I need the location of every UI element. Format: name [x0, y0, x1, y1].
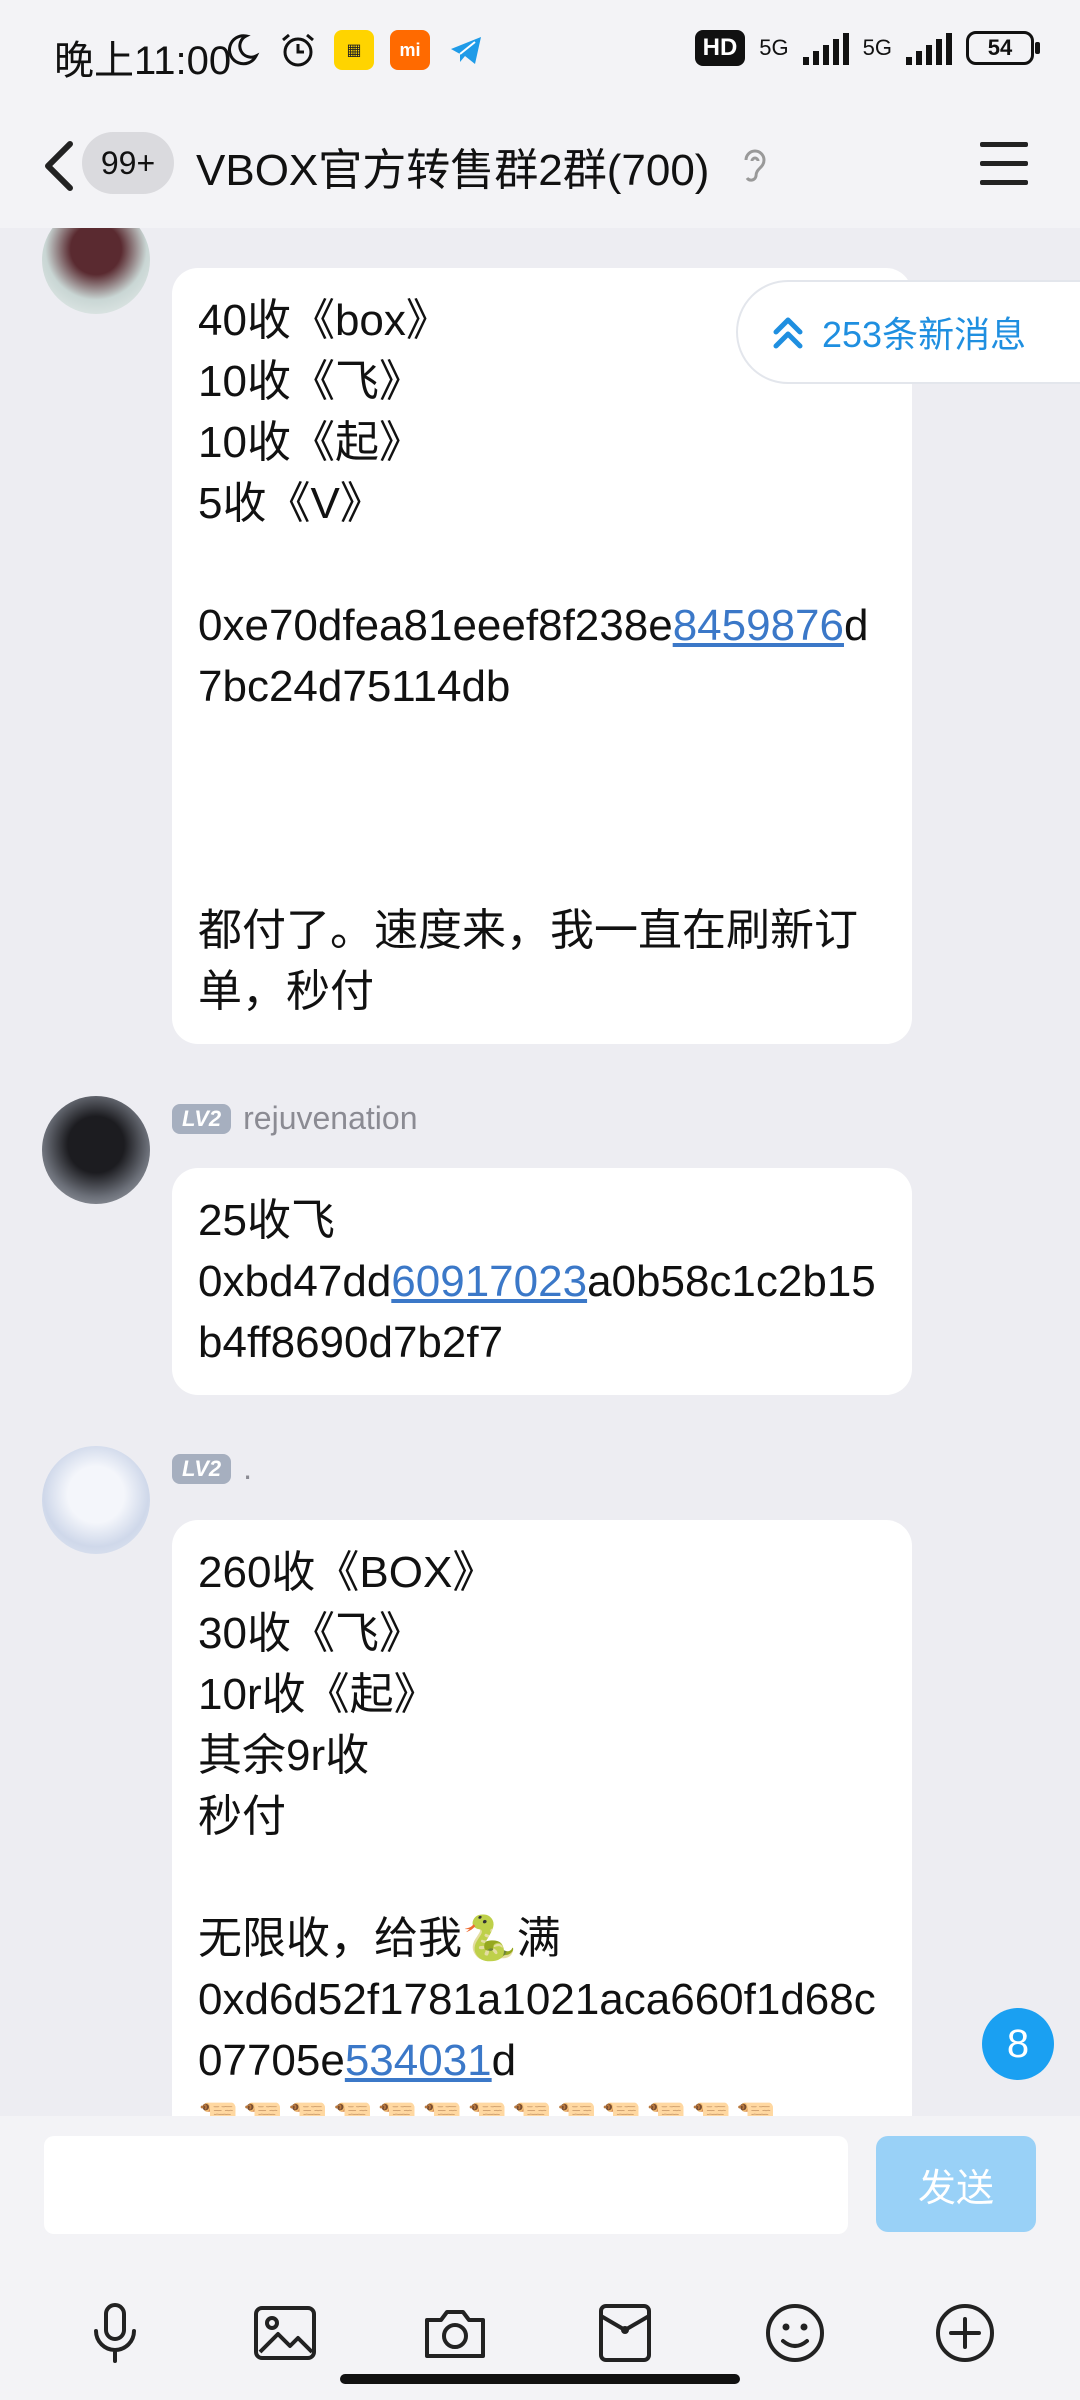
status-bar: 晚上11:00 ▦ mi HD 5G 5G 54	[0, 0, 1080, 110]
message-bubble[interactable]: 25收飞 0xbd47dd60917023a0b58c1c2b15b4ff869…	[172, 1168, 912, 1395]
input-toolbar	[0, 2298, 1080, 2368]
home-indicator[interactable]	[340, 2374, 740, 2384]
page-title[interactable]: VBOX官方转售群2群(700)	[196, 134, 709, 198]
message-line	[198, 1847, 886, 1908]
avatar[interactable]	[42, 1096, 150, 1204]
avatar[interactable]	[42, 1446, 150, 1554]
emoji-icon[interactable]	[760, 2298, 830, 2368]
message-line	[198, 534, 886, 595]
signal-icon	[802, 31, 849, 65]
message-line: 30收《飞》	[198, 1609, 423, 1658]
input-bar: 发送	[0, 2116, 1080, 2400]
message-line	[198, 839, 886, 900]
camera-icon[interactable]	[420, 2298, 490, 2368]
level-badge: LV2	[172, 1103, 232, 1134]
address-link[interactable]: 60917023	[391, 1257, 587, 1306]
message-line: 其余9r收	[198, 1731, 370, 1780]
alarm-icon	[278, 30, 318, 70]
message-line: 无限收，给我🐍满	[198, 1914, 561, 1963]
signal-icon	[906, 31, 952, 65]
ear-icon[interactable]	[738, 144, 772, 186]
status-right: HD 5G 5G 54	[694, 30, 1040, 66]
address-prefix: 0xe70dfea81eeef8f238e	[198, 601, 673, 650]
mi-icon: mi	[390, 30, 430, 70]
avatar[interactable]	[42, 228, 150, 314]
sender-name[interactable]: .	[243, 1450, 252, 1487]
wallet-address: 0xd6d52f1781a1021aca660f1d68c07705e53403…	[198, 1969, 886, 2091]
red-packet-icon[interactable]	[590, 2298, 660, 2368]
wallet-address: 0xbd47dd60917023a0b58c1c2b15b4ff8690d7b2…	[198, 1251, 886, 1373]
image-icon[interactable]	[250, 2298, 320, 2368]
address-suffix: d	[491, 2036, 517, 2085]
wallet-address: 0xe70dfea81eeef8f238e8459876d7bc24d75114…	[198, 595, 886, 717]
message-line	[198, 778, 886, 839]
sender-name[interactable]: rejuvenation	[243, 1100, 417, 1137]
message-line: 都付了。速度来，我一直在刷新订单，秒付	[198, 906, 858, 1016]
address-prefix: 0xbd47dd	[198, 1257, 392, 1306]
unread-count-badge[interactable]: 8	[982, 2008, 1054, 2080]
new-messages-label: 253条新消息	[822, 314, 1027, 355]
message-line: 秒付	[198, 1792, 286, 1841]
hd-badge: HD	[694, 30, 746, 66]
double-chevron-up-icon	[773, 317, 803, 349]
chat-header: 99+ VBOX官方转售群2群(700)	[0, 110, 1080, 228]
moon-icon	[222, 30, 262, 70]
telegram-icon	[446, 30, 486, 70]
address-prefix: 0xd6d52f1781a1021aca660f1d68c07705e	[198, 1975, 876, 2085]
message-bubble[interactable]: 260收《BOX》 30收《飞》 10r收《起》 其余9r收 秒付 无限收，给我…	[172, 1520, 912, 2116]
menu-icon[interactable]	[980, 142, 1028, 186]
status-icons: ▦ mi	[222, 30, 486, 70]
message-line: 10r收《起》	[198, 1670, 438, 1719]
message-line	[198, 717, 886, 778]
unread-badge[interactable]: 99+	[82, 132, 174, 194]
battery-icon: 54	[966, 31, 1040, 65]
emoji-row: 📜📜📜📜📜📜📜📜📜📜📜📜📜	[198, 2091, 886, 2116]
sender-info: LV2 .	[172, 1450, 252, 1487]
message-line: 5收《V》	[198, 479, 384, 528]
plus-icon[interactable]	[930, 2298, 1000, 2368]
battery-level: 54	[987, 35, 1013, 60]
message-input[interactable]	[44, 2136, 848, 2234]
address-link[interactable]: 8459876	[673, 601, 844, 650]
microphone-icon[interactable]	[80, 2298, 150, 2368]
message-line: 10收《起》	[198, 418, 423, 467]
message-line: 25收飞	[198, 1196, 335, 1245]
status-time: 晚上11:00	[54, 39, 232, 83]
sender-info: LV2 rejuvenation	[172, 1100, 417, 1137]
level-badge: LV2	[172, 1453, 232, 1484]
message-bubble[interactable]: 40收《box》 10收《飞》 10收《起》 5收《V》 0xe70dfea81…	[172, 268, 912, 1044]
send-button[interactable]: 发送	[876, 2136, 1036, 2232]
network-label-1: 5G	[759, 35, 789, 60]
network-label-2: 5G	[862, 35, 892, 60]
message-line: 260收《BOX》	[198, 1548, 497, 1597]
message-list[interactable]: 40收《box》 10收《飞》 10收《起》 5收《V》 0xe70dfea81…	[0, 228, 1080, 2116]
app-icon-yellow: ▦	[334, 30, 374, 70]
new-messages-button[interactable]: 253条新消息	[736, 280, 1080, 384]
address-link[interactable]: 534031	[345, 2036, 492, 2085]
